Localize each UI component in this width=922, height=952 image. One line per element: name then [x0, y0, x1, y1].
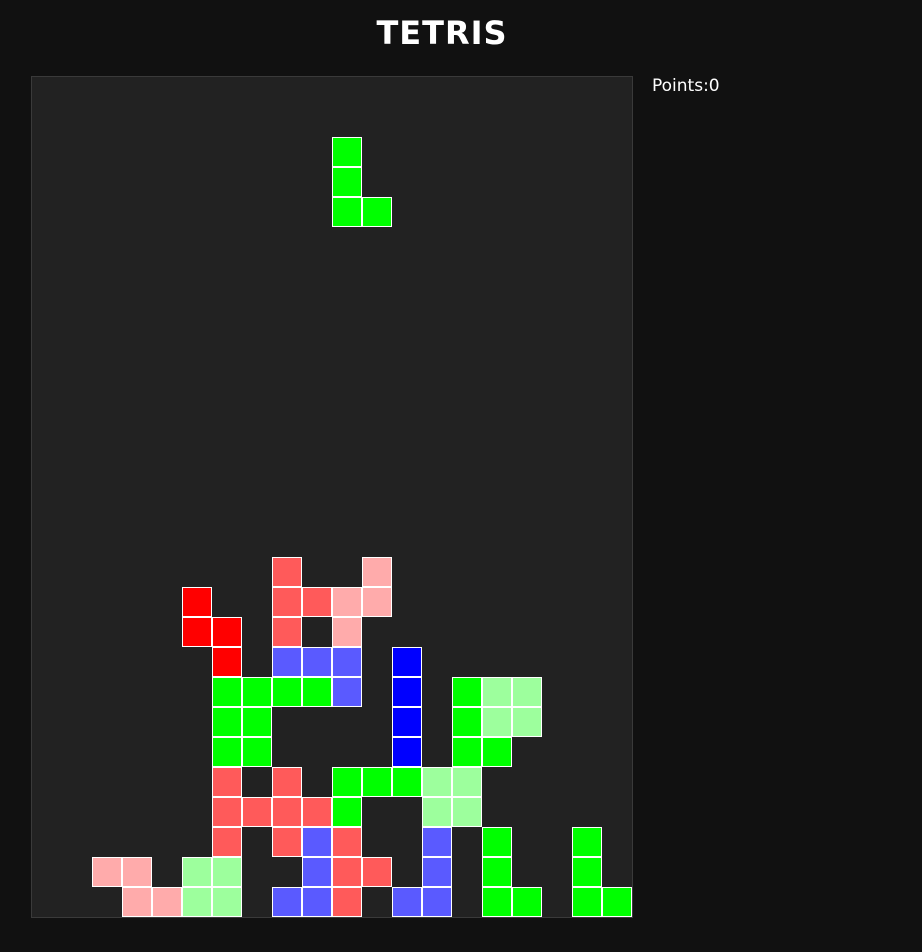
locked-block: [272, 797, 302, 827]
locked-block: [272, 827, 302, 857]
locked-block: [482, 737, 512, 767]
locked-block: [512, 887, 542, 917]
locked-block: [182, 587, 212, 617]
locked-block: [212, 857, 242, 887]
locked-block: [392, 647, 422, 677]
locked-block: [212, 827, 242, 857]
locked-block: [392, 737, 422, 767]
locked-block: [242, 707, 272, 737]
locked-block: [482, 827, 512, 857]
locked-block: [452, 767, 482, 797]
locked-block: [152, 887, 182, 917]
locked-block: [272, 557, 302, 587]
falling-piece-block: [332, 167, 362, 197]
locked-block: [272, 587, 302, 617]
locked-block: [422, 857, 452, 887]
locked-block: [302, 887, 332, 917]
falling-piece-block: [332, 137, 362, 167]
locked-block: [362, 767, 392, 797]
locked-block: [572, 827, 602, 857]
locked-block: [422, 887, 452, 917]
locked-block: [182, 857, 212, 887]
game-title: TETRIS: [376, 14, 508, 52]
locked-block: [332, 617, 362, 647]
locked-block: [452, 797, 482, 827]
locked-block: [332, 857, 362, 887]
locked-block: [242, 797, 272, 827]
locked-block: [272, 647, 302, 677]
locked-block: [452, 707, 482, 737]
locked-block: [392, 767, 422, 797]
locked-block: [212, 677, 242, 707]
locked-block: [512, 677, 542, 707]
locked-block: [212, 647, 242, 677]
locked-block: [482, 707, 512, 737]
locked-block: [452, 677, 482, 707]
locked-block: [272, 887, 302, 917]
locked-block: [482, 857, 512, 887]
locked-block: [362, 587, 392, 617]
locked-block: [422, 827, 452, 857]
locked-block: [332, 647, 362, 677]
locked-block: [122, 887, 152, 917]
locked-block: [332, 887, 362, 917]
locked-block: [212, 767, 242, 797]
locked-block: [572, 887, 602, 917]
locked-block: [332, 827, 362, 857]
locked-block: [272, 767, 302, 797]
locked-block: [332, 587, 362, 617]
locked-block: [242, 737, 272, 767]
locked-block: [122, 857, 152, 887]
falling-piece-block: [362, 197, 392, 227]
locked-block: [212, 797, 242, 827]
game-board[interactable]: [31, 76, 633, 918]
locked-block: [452, 737, 482, 767]
locked-block: [302, 647, 332, 677]
locked-block: [422, 797, 452, 827]
locked-block: [212, 707, 242, 737]
locked-block: [212, 617, 242, 647]
locked-block: [302, 587, 332, 617]
falling-piece-block: [332, 197, 362, 227]
locked-block: [332, 797, 362, 827]
locked-block: [602, 887, 632, 917]
locked-block: [92, 857, 122, 887]
locked-block: [482, 677, 512, 707]
locked-block: [392, 707, 422, 737]
locked-block: [332, 677, 362, 707]
locked-block: [482, 887, 512, 917]
locked-block: [392, 677, 422, 707]
locked-block: [302, 827, 332, 857]
locked-block: [242, 677, 272, 707]
locked-block: [512, 707, 542, 737]
locked-block: [422, 767, 452, 797]
locked-block: [392, 887, 422, 917]
locked-block: [272, 617, 302, 647]
locked-block: [332, 767, 362, 797]
locked-block: [302, 797, 332, 827]
locked-block: [362, 857, 392, 887]
locked-block: [212, 737, 242, 767]
locked-block: [272, 677, 302, 707]
locked-block: [182, 617, 212, 647]
locked-block: [182, 887, 212, 917]
points-display: Points:0: [652, 76, 720, 96]
locked-block: [572, 857, 602, 887]
locked-block: [302, 677, 332, 707]
locked-block: [212, 887, 242, 917]
locked-block: [362, 557, 392, 587]
locked-block: [302, 857, 332, 887]
